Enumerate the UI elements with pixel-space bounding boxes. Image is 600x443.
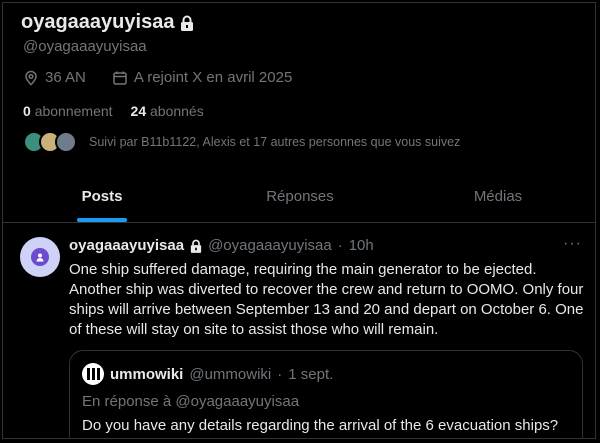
calendar-icon	[112, 70, 128, 86]
separator-dot: ·	[277, 365, 283, 383]
quoted-tweet[interactable]: ummowiki @ummowiki · 1 sept. En réponse …	[69, 350, 583, 438]
avatar-icon	[31, 248, 49, 266]
profile-handle: @oyagaaayuyisaa	[23, 38, 147, 55]
more-options-icon[interactable]: ···	[563, 235, 582, 253]
quote-header: ummowiki @ummowiki · 1 sept.	[82, 363, 333, 385]
tweet-header: oyagaaayuyisaa @oyagaaayuyisaa · 10h	[69, 237, 374, 254]
tab-replies[interactable]: Réponses	[201, 171, 399, 222]
tweet-author-handle[interactable]: @oyagaaayuyisaa	[208, 237, 332, 254]
followers-avatars	[23, 131, 77, 153]
location-icon	[23, 70, 39, 86]
tab-label: Posts	[81, 188, 123, 205]
followers-link[interactable]: 24 abonnés	[131, 103, 204, 119]
avatar	[55, 131, 77, 153]
active-tab-indicator	[77, 218, 127, 222]
tab-posts[interactable]: Posts	[3, 171, 201, 222]
tab-label: Réponses	[266, 188, 334, 205]
profile-meta: 36 AN A rejoint X en avril 2025	[23, 69, 292, 86]
avatar	[82, 363, 104, 385]
followed-by-text: Suivi par B11b1122, Alexis et 17 autres …	[89, 135, 461, 149]
tweet-author-name[interactable]: oyagaaayuyisaa	[69, 237, 184, 254]
lock-icon	[190, 239, 202, 253]
profile-name-row: oyagaaayuyisaa	[21, 11, 194, 34]
separator-dot: ·	[337, 237, 343, 254]
tab-label: Médias	[473, 188, 523, 205]
following-label: abonnement	[34, 103, 113, 119]
quote-author-name: ummowiki	[110, 365, 184, 383]
profile-age: 36 AN	[45, 69, 86, 86]
avatar[interactable]	[20, 237, 60, 277]
quote-time: 1 sept.	[288, 365, 334, 383]
profile-page: oyagaaayuyisaa @oyagaaayuyisaa 36 AN A r…	[2, 2, 596, 439]
followers-label: abonnés	[150, 103, 204, 119]
follow-stats: 0 abonnement 24 abonnés	[23, 103, 204, 119]
tweet-time[interactable]: 10h	[349, 237, 374, 254]
followers-count: 24	[130, 103, 147, 119]
quote-text: Do you have any details regarding the ar…	[82, 417, 559, 434]
profile-joined: A rejoint X en avril 2025	[133, 69, 293, 86]
quote-author-handle: @ummowiki	[189, 365, 272, 383]
followed-by-row[interactable]: Suivi par B11b1122, Alexis et 17 autres …	[23, 131, 460, 153]
profile-display-name: oyagaaayuyisaa	[21, 11, 175, 33]
following-count: 0	[23, 103, 31, 119]
tab-media[interactable]: Médias	[399, 171, 595, 222]
tweet[interactable]: oyagaaayuyisaa @oyagaaayuyisaa · 10h ···…	[3, 225, 595, 438]
quote-reply-to: En réponse à @oyagaaayuyisaa	[82, 393, 300, 410]
following-link[interactable]: 0 abonnement	[23, 103, 113, 119]
tweet-text: One ship suffered damage, requiring the …	[69, 261, 584, 338]
lock-icon	[180, 15, 194, 31]
profile-tabs: Posts Réponses Médias	[3, 171, 595, 223]
